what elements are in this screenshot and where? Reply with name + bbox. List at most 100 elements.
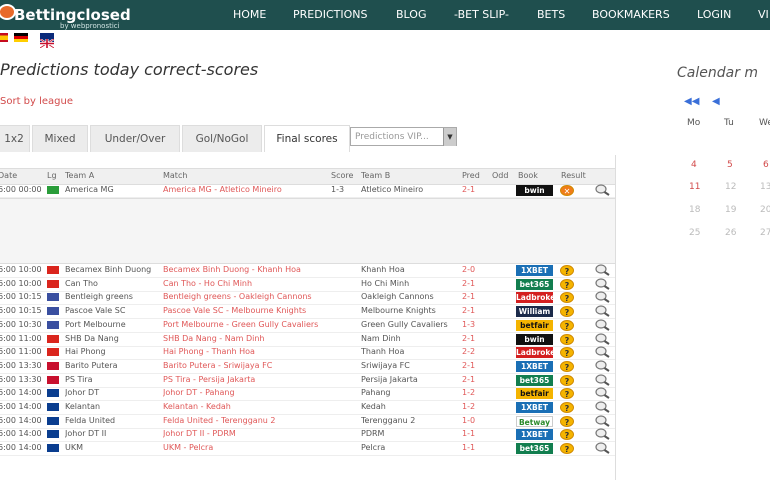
col-match[interactable]: Match xyxy=(163,171,187,180)
bookmaker-logo[interactable]: bet365 xyxy=(516,374,553,386)
bookmaker-logo[interactable]: Ladbrokes xyxy=(516,292,560,304)
table-row[interactable]: 6:00 14:00 Johor DT II Johor DT II - PDRM P… xyxy=(0,428,615,443)
row-match-link[interactable]: Johor DT II - PDRM xyxy=(163,429,328,438)
magnifier-icon[interactable] xyxy=(594,373,610,386)
calendar-day[interactable]: 26 xyxy=(725,228,736,238)
row-match-link[interactable]: Barito Putera - Sriwijaya FC xyxy=(163,361,328,370)
magnifier-icon[interactable] xyxy=(594,332,610,345)
row-match-link[interactable]: Pascoe Vale SC - Melbourne Knights xyxy=(163,306,328,315)
bookmaker-logo[interactable]: 1XBET xyxy=(516,402,553,413)
row-match-link[interactable]: Johor DT - Pahang xyxy=(163,388,328,397)
magnifier-icon[interactable] xyxy=(594,264,610,276)
bookmaker-logo[interactable]: bwin xyxy=(516,185,553,196)
magnifier-icon[interactable] xyxy=(594,401,610,413)
bookmaker-logo[interactable]: William Hill xyxy=(516,306,553,327)
calendar-day[interactable]: 12 xyxy=(725,182,736,192)
sort-by-league-link[interactable]: Sort by league xyxy=(0,96,73,107)
nav-bet-slip[interactable]: -BET SLIP- xyxy=(454,8,509,21)
row-match-link[interactable]: Can Tho - Ho Chi Minh xyxy=(163,279,328,288)
nav-more[interactable]: VI xyxy=(758,8,769,21)
table-row[interactable]: 6:00 11:00 SHB Da Nang SHB Da Nang - Nam D… xyxy=(0,332,615,347)
col-team-b[interactable]: Team B xyxy=(361,171,390,180)
nav-home[interactable]: HOME xyxy=(233,8,266,21)
magnifier-icon[interactable] xyxy=(594,442,610,454)
row-match-link[interactable]: Port Melbourne - Green Gully Cavaliers xyxy=(163,320,328,329)
col-odd[interactable]: Odd xyxy=(492,171,508,180)
calendar-prev-year-icon[interactable]: ◀◀ xyxy=(684,96,699,107)
col-score[interactable]: Score xyxy=(331,171,353,180)
magnifier-icon[interactable] xyxy=(594,184,610,196)
table-row[interactable]: 6:00 10:00 Can Tho Can Tho - Ho Chi Minh Ho… xyxy=(0,278,615,292)
vip-predictions-select[interactable]: Predictions VIP... ▼ xyxy=(350,127,457,146)
calendar-prev-month-icon[interactable]: ◀ xyxy=(712,96,720,107)
row-match-link[interactable]: Felda United - Terengganu 2 xyxy=(163,416,328,425)
bookmaker-logo[interactable]: 1XBET xyxy=(516,265,553,276)
table-row[interactable]: 6:00 13:30 Barito Putera Barito Putera - S… xyxy=(0,360,615,374)
calendar-day[interactable]: 6 xyxy=(763,160,769,170)
bookmaker-logo[interactable]: betfair xyxy=(516,319,553,331)
table-row[interactable]: 6:00 14:00 Kelantan Kelantan - Kedah Kedah 1… xyxy=(0,401,615,415)
row-match-link[interactable]: Becamex Binh Duong - Khanh Hoa xyxy=(163,265,328,274)
col-pred[interactable]: Pred xyxy=(462,171,480,180)
uk-flag-icon[interactable] xyxy=(39,33,55,49)
calendar-day[interactable]: 27 xyxy=(760,228,770,238)
table-row[interactable]: 6:00 14:00 Johor DT Johor DT - Pahang Pahan… xyxy=(0,387,615,402)
magnifier-icon[interactable] xyxy=(594,428,610,441)
col-date[interactable]: Date xyxy=(0,171,17,180)
calendar-day[interactable]: 11 xyxy=(689,182,700,192)
col-result[interactable]: Result xyxy=(561,171,586,180)
table-row[interactable]: 6:00 10:30 Port Melbourne Port Melbourne -… xyxy=(0,319,615,333)
bookmaker-logo[interactable]: 1XBET xyxy=(516,429,553,441)
table-row[interactable]: 6:00 10:15 Pascoe Vale SC Pascoe Vale SC -… xyxy=(0,305,615,327)
table-row[interactable]: 6:00 13:30 PS Tira PS Tira - Persija Jakar… xyxy=(0,373,615,388)
bookmaker-logo[interactable]: 1XBET xyxy=(516,360,553,372)
site-logo[interactable]: Bettingclosed by webpronostici xyxy=(0,2,160,30)
magnifier-icon[interactable] xyxy=(594,291,610,304)
table-row[interactable]: 6:00 00:00 America MG America MG - Atlet… xyxy=(0,184,615,198)
col-book[interactable]: Book xyxy=(518,171,538,180)
magnifier-icon[interactable] xyxy=(594,319,610,331)
row-match-link[interactable]: PS Tira - Persija Jakarta xyxy=(163,375,328,384)
row-match-link[interactable]: UKM - Pelcra xyxy=(163,443,328,452)
calendar-day[interactable]: 13 xyxy=(760,182,770,192)
row-match-link[interactable]: Kelantan - Kedah xyxy=(163,402,328,411)
bookmaker-logo[interactable]: bet365 xyxy=(516,443,553,455)
col-league[interactable]: Lg xyxy=(47,171,57,180)
col-team-a[interactable]: Team A xyxy=(65,171,94,180)
table-row[interactable]: 6:00 14:00 UKM UKM - Pelcra Pelcra 1-1 bet365… xyxy=(0,442,615,457)
calendar-day[interactable]: 4 xyxy=(691,160,697,170)
table-row[interactable]: 6:00 10:15 Bentleigh greens Bentleigh gree… xyxy=(0,291,615,306)
magnifier-icon[interactable] xyxy=(594,305,610,317)
table-row[interactable]: 6:00 11:00 Hai Phong Hai Phong - Thanh Hoa… xyxy=(0,346,615,361)
calendar-day[interactable]: 18 xyxy=(689,205,700,215)
bookmaker-logo[interactable]: bet365 xyxy=(516,278,553,290)
table-row[interactable]: 6:00 10:00 Becamex Binh Duong Becamex Binh… xyxy=(0,264,615,278)
calendar-day[interactable]: 25 xyxy=(689,228,700,238)
germany-flag-icon[interactable] xyxy=(14,33,28,42)
calendar-day[interactable]: 20 xyxy=(760,205,770,215)
row-match-link[interactable]: America MG - Atletico Mineiro xyxy=(163,185,282,194)
spain-flag-icon[interactable] xyxy=(0,33,8,42)
bookmaker-logo[interactable]: betfair xyxy=(516,388,553,400)
magnifier-icon[interactable] xyxy=(594,360,610,372)
magnifier-icon[interactable] xyxy=(594,278,610,290)
magnifier-icon[interactable] xyxy=(594,387,610,400)
bookmaker-logo[interactable]: Ladbrokes xyxy=(516,347,560,359)
bookmaker-logo[interactable]: Betway xyxy=(516,415,553,427)
tab-under-over[interactable]: Under/Over xyxy=(90,125,180,152)
tab-1x2[interactable]: 1x2 xyxy=(0,125,30,152)
tab-final-scores[interactable]: Final scores xyxy=(264,125,350,152)
tab-mixed[interactable]: Mixed xyxy=(32,125,88,152)
nav-login[interactable]: LOGIN xyxy=(697,8,731,21)
calendar-day[interactable]: 5 xyxy=(727,160,733,170)
row-match-link[interactable]: Hai Phong - Thanh Hoa xyxy=(163,347,328,356)
magnifier-icon[interactable] xyxy=(594,415,610,427)
nav-blog[interactable]: BLOG xyxy=(396,8,426,21)
nav-bookmakers[interactable]: BOOKMAKERS xyxy=(592,8,670,21)
magnifier-icon[interactable] xyxy=(594,346,610,359)
table-row[interactable]: 6:00 14:00 Felda United Felda United - Ter… xyxy=(0,415,615,429)
tab-gol-nogol[interactable]: Gol/NoGol xyxy=(182,125,262,152)
nav-predictions[interactable]: PREDICTIONS xyxy=(293,8,367,21)
row-match-link[interactable]: Bentleigh greens - Oakleigh Cannons xyxy=(163,292,328,301)
calendar-day[interactable]: 19 xyxy=(725,205,736,215)
